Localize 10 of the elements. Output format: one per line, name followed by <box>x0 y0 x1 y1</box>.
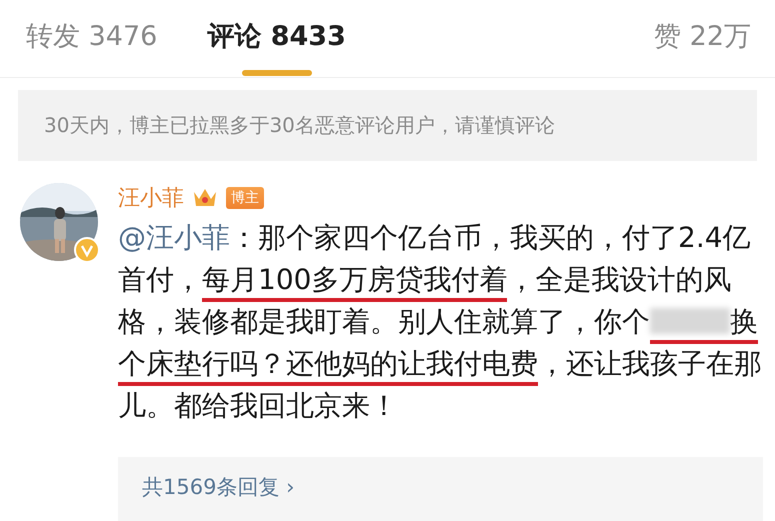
replies-link[interactable]: 共1569条回复 › <box>142 475 295 499</box>
likes-count[interactable]: 赞 22万 <box>654 0 751 54</box>
notice-banner: 30天内，博主已拉黑多于30名恶意评论用户，请谨慎评论 <box>18 90 757 161</box>
tab[interactable]: 转发 3476 <box>26 0 158 54</box>
tab-indicator <box>242 70 312 76</box>
mention-link[interactable]: @汪小菲 <box>118 221 230 254</box>
comment-text: @汪小菲：那个家四个亿台币，我买的，付了2.4亿首付，每月100多万房贷我付着，全是我设计的风格，装修都是我盯着。别人住就算了，你个 换个床垫行吗？还他妈的让我付电费，还让我孩子在那儿。都给我回北京来！ <box>118 220 763 424</box>
author-name[interactable]: 汪小菲 <box>118 183 184 213</box>
tab[interactable]: 评论 8433 <box>207 0 346 76</box>
author-tag: 博主 <box>226 187 264 209</box>
